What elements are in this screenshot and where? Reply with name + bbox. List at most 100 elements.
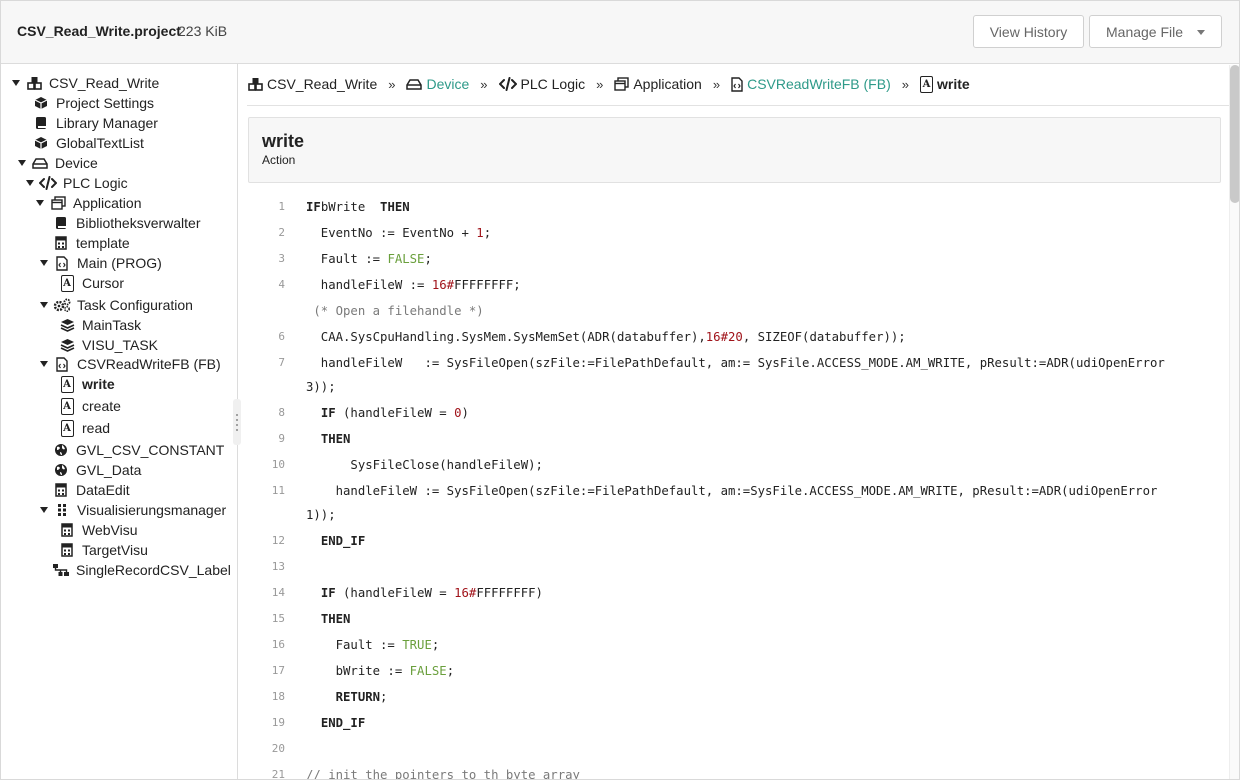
code-line[interactable]: handleFileW := SysFileOpen(szFile:=FileP… xyxy=(306,353,1165,373)
tree-item[interactable]: Visualisierungsmanager xyxy=(39,500,226,520)
code-line[interactable]: CAA.SysCpuHandling.SysMem.SysMemSet(ADR(… xyxy=(306,327,906,347)
breadcrumb-item[interactable]: CSVReadWriteFB (FB) xyxy=(731,76,891,92)
tree-item[interactable]: A Cursor xyxy=(59,273,124,293)
tree-item[interactable]: Awrite xyxy=(59,374,115,394)
expand-toggle[interactable] xyxy=(17,158,27,168)
expand-toggle[interactable] xyxy=(35,198,45,208)
code-line[interactable]: Fault := FALSE; xyxy=(306,249,432,269)
tree-item[interactable]: GVL_CSV_CONSTANT xyxy=(53,440,224,460)
tree-item[interactable]: Task Configuration xyxy=(39,295,193,315)
breadcrumb-item[interactable]: Device xyxy=(406,76,469,92)
tree-item[interactable]: VISU_TASK xyxy=(59,335,158,355)
tree-item[interactable]: Project Settings xyxy=(33,93,154,113)
tree-item[interactable]: Library Manager xyxy=(33,113,158,133)
tree-item[interactable]: TargetVisu xyxy=(59,540,148,560)
tree-item-label: DataEdit xyxy=(76,482,130,498)
tree-item[interactable]: CSV_Read_Write xyxy=(11,73,159,93)
code-token: FALSE xyxy=(409,664,447,678)
breadcrumb-label: Device xyxy=(426,76,470,92)
expand-toggle[interactable] xyxy=(39,258,49,268)
tree-item[interactable]: DataEdit xyxy=(53,480,130,500)
code-line[interactable]: handleFileW := 16#FFFFFFFF; xyxy=(306,275,521,295)
code-line[interactable]: 3)); xyxy=(306,377,336,397)
action-a-icon: A xyxy=(60,375,74,393)
view-history-button[interactable]: View History xyxy=(973,15,1084,48)
code-token: EventNo := EventNo + xyxy=(306,226,477,240)
code-line[interactable]: END_IF xyxy=(306,531,365,551)
tree-item[interactable]: CSVReadWriteFB (FB) xyxy=(39,354,221,374)
code-line[interactable]: 1)); xyxy=(306,505,336,525)
code-line[interactable]: (* Open a filehandle *) xyxy=(306,301,484,321)
code-token: ) xyxy=(461,406,469,420)
code-token: (handleFileW = xyxy=(335,586,455,600)
caret-down-icon xyxy=(40,302,48,308)
code-line[interactable]: // init the pointers to th byte array xyxy=(306,765,580,779)
tree-item[interactable]: WebVisu xyxy=(59,520,138,540)
manage-file-button[interactable]: Manage File xyxy=(1089,15,1222,48)
code-line[interactable]: IF (handleFileW = 0) xyxy=(306,403,469,423)
tree-item[interactable]: Acreate xyxy=(59,396,121,416)
code-line[interactable]: THEN xyxy=(306,609,351,629)
scrollbar-thumb[interactable] xyxy=(1230,65,1239,203)
tree-item[interactable]: template xyxy=(53,233,130,253)
code-line[interactable]: IF (handleFileW = 16#FFFFFFFF) xyxy=(306,583,543,603)
code-line[interactable]: IFbWrite THEN xyxy=(306,197,410,217)
tree-item[interactable]: SingleRecordCSV_Label xyxy=(53,560,231,580)
tree-item[interactable]: Device xyxy=(17,153,98,173)
sitemap-icon xyxy=(52,563,70,577)
tree-item[interactable]: Main (PROG) xyxy=(39,253,162,273)
tree-item[interactable]: Application xyxy=(35,193,142,213)
code-token: (* Open a filehandle *) xyxy=(306,304,484,318)
line-number: 6 xyxy=(278,330,285,343)
breadcrumb: CSV_Read_Write » Device » PLC Logic » Applicat… xyxy=(248,73,970,95)
breadcrumb-separator: » xyxy=(712,76,721,92)
code-line[interactable]: handleFileW := SysFileOpen(szFile:=FileP… xyxy=(306,481,1158,501)
code-token: FFFFFFFF; xyxy=(454,278,521,292)
object-title-card: write Action xyxy=(248,117,1221,183)
code-line[interactable]: SysFileClose(handleFileW); xyxy=(306,455,543,475)
code-line[interactable]: EventNo := EventNo + 1; xyxy=(306,223,491,243)
expand-toggle[interactable] xyxy=(39,359,49,369)
code-token: FALSE xyxy=(387,252,425,266)
line-number: 15 xyxy=(271,612,285,625)
tree-item[interactable]: GlobalTextList xyxy=(33,133,144,153)
breadcrumb-item[interactable]: Application xyxy=(614,76,702,92)
code-line[interactable]: RETURN; xyxy=(306,687,388,707)
expand-toggle[interactable] xyxy=(39,505,49,515)
code-line[interactable]: Fault := TRUE; xyxy=(306,635,440,655)
code-editor[interactable]: 1 IFbWrite THEN 2 EventNo := EventNo + 1; 3… xyxy=(238,197,1228,779)
tree-item-label: Main (PROG) xyxy=(77,255,162,271)
code-token: END_IF xyxy=(320,534,366,548)
cubes-icon xyxy=(248,77,263,91)
tree-item-label: MainTask xyxy=(82,317,142,333)
tree-item-label: read xyxy=(82,420,111,436)
code-line[interactable]: bWrite := FALSE; xyxy=(306,661,454,681)
action-a-icon: A xyxy=(919,75,933,93)
tree-item[interactable]: GVL_Data xyxy=(53,460,141,480)
action-a-icon: A xyxy=(60,274,74,292)
breadcrumb-item[interactable]: CSV_Read_Write xyxy=(248,76,377,92)
expand-toggle[interactable] xyxy=(11,78,21,88)
line-number: 20 xyxy=(271,742,285,755)
caret-down-icon xyxy=(26,180,34,186)
code-token: TRUE xyxy=(402,638,432,652)
code-token: THEN xyxy=(320,432,351,446)
code-token: CAA.SysCpuHandling.SysMem.SysMemSet(ADR(… xyxy=(306,330,706,344)
tree-item[interactable]: PLC Logic xyxy=(25,173,128,193)
expand-toggle[interactable] xyxy=(39,300,49,310)
breadcrumb-item[interactable]: Awrite xyxy=(919,75,970,93)
breadcrumb-item[interactable]: PLC Logic xyxy=(498,76,585,92)
tree-item[interactable]: Bibliotheksverwalter xyxy=(53,213,201,233)
app-window: CSV_Read_Write.project 223 KiB View Hist… xyxy=(0,0,1240,780)
code-line[interactable]: THEN xyxy=(306,429,351,449)
code-line[interactable]: END_IF xyxy=(306,713,365,733)
tree-item[interactable]: Aread xyxy=(59,418,110,438)
line-number: 8 xyxy=(278,406,285,419)
cube-icon xyxy=(34,96,48,110)
file-code-icon xyxy=(56,255,68,271)
expand-toggle[interactable] xyxy=(25,178,35,188)
tree-item[interactable]: MainTask xyxy=(59,315,141,335)
breadcrumb-separator: » xyxy=(901,76,909,92)
